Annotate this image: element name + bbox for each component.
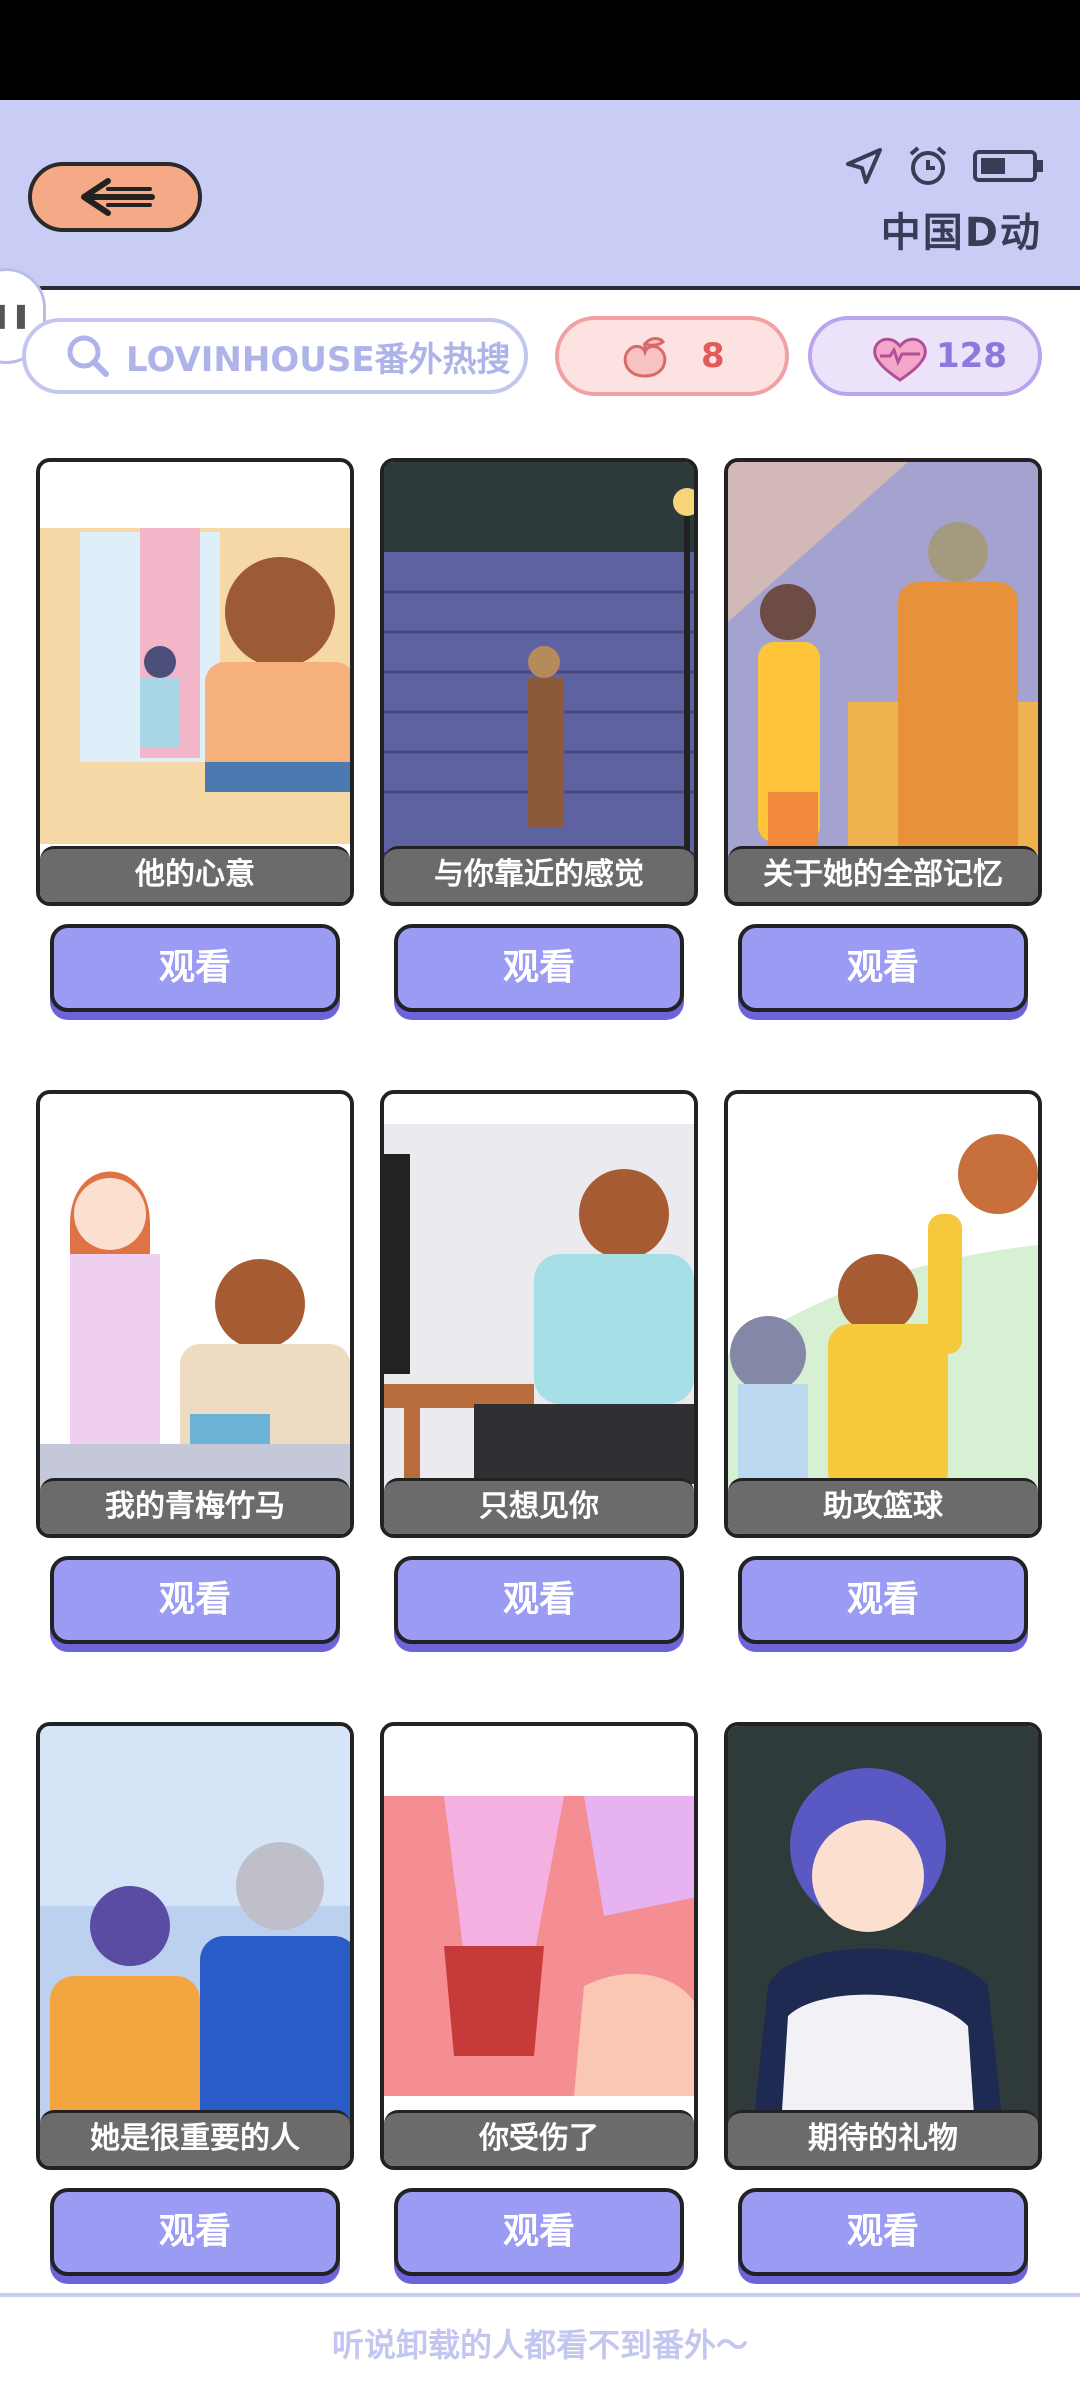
episode-thumbnail (728, 1094, 1038, 1534)
episode-title: 关于她的全部记忆 (728, 846, 1038, 902)
watch-button[interactable]: 观看 (738, 924, 1028, 1012)
episode-title: 他的心意 (40, 846, 350, 902)
episode-thumbnail (384, 1726, 694, 2166)
episode-thumbnail (384, 462, 694, 902)
episode-title: 助攻篮球 (728, 1478, 1038, 1534)
watch-button[interactable]: 观看 (50, 1556, 340, 1644)
episode-thumbnail (40, 462, 350, 902)
episode-title: 她是很重要的人 (40, 2110, 350, 2166)
watch-button[interactable]: 观看 (738, 1556, 1028, 1644)
watch-button[interactable]: 观看 (738, 2188, 1028, 2276)
status-bar (0, 0, 1080, 100)
episode-thumbnail (728, 462, 1038, 902)
header-icons (844, 144, 1046, 188)
episode-thumbnail (40, 1094, 350, 1534)
episode-card[interactable]: 与你靠近的感觉 (380, 458, 698, 906)
heart-counter[interactable]: 128 (808, 316, 1042, 396)
episode-card[interactable]: 期待的礼物 (724, 1722, 1042, 2170)
watch-button[interactable]: 观看 (394, 924, 684, 1012)
episode-card[interactable]: 我的青梅竹马 (36, 1090, 354, 1538)
episode-thumbnail (728, 1726, 1038, 2166)
episode-title: 期待的礼物 (728, 2110, 1038, 2166)
watch-button[interactable]: 观看 (50, 924, 340, 1012)
episode-thumbnail (40, 1726, 350, 2166)
footer-divider (0, 2293, 1080, 2297)
peach-counter[interactable]: 8 (555, 316, 789, 396)
search-bar[interactable]: LOVINHOUSE番外热搜 (22, 318, 528, 394)
watch-button[interactable]: 观看 (394, 2188, 684, 2276)
episode-title: 只想见你 (384, 1478, 694, 1534)
alarm-clock-icon (909, 146, 947, 185)
heart-count: 128 (936, 336, 1007, 376)
arrow-left-icon (81, 178, 155, 216)
watch-button[interactable]: 观看 (50, 2188, 340, 2276)
battery-icon (973, 150, 1043, 182)
location-arrow-icon (846, 148, 882, 184)
episode-title: 你受伤了 (384, 2110, 694, 2166)
header: 中国D动 (0, 100, 1080, 290)
episode-card[interactable]: 助攻篮球 (724, 1090, 1042, 1538)
peach-count: 8 (701, 336, 725, 376)
brand-text: 中国D动 (880, 210, 1042, 256)
episode-card[interactable]: 你受伤了 (380, 1722, 698, 2170)
search-icon (67, 335, 109, 377)
watch-button[interactable]: 观看 (394, 1556, 684, 1644)
peach-icon (623, 337, 667, 378)
pause-icon: ❚❚ (0, 301, 31, 329)
footer-text: 听说卸载的人都看不到番外～ (331, 2326, 748, 2364)
episode-title: 我的青梅竹马 (40, 1478, 350, 1534)
episode-card[interactable]: 关于她的全部记忆 (724, 458, 1042, 906)
search-placeholder: LOVINHOUSE番外热搜 (126, 339, 511, 380)
episode-thumbnail (384, 1094, 694, 1534)
back-button[interactable] (28, 162, 202, 232)
episode-card[interactable]: 只想见你 (380, 1090, 698, 1538)
episode-title: 与你靠近的感觉 (384, 846, 694, 902)
heart-icon (873, 337, 927, 382)
episode-card[interactable]: 他的心意 (36, 458, 354, 906)
episode-card[interactable]: 她是很重要的人 (36, 1722, 354, 2170)
